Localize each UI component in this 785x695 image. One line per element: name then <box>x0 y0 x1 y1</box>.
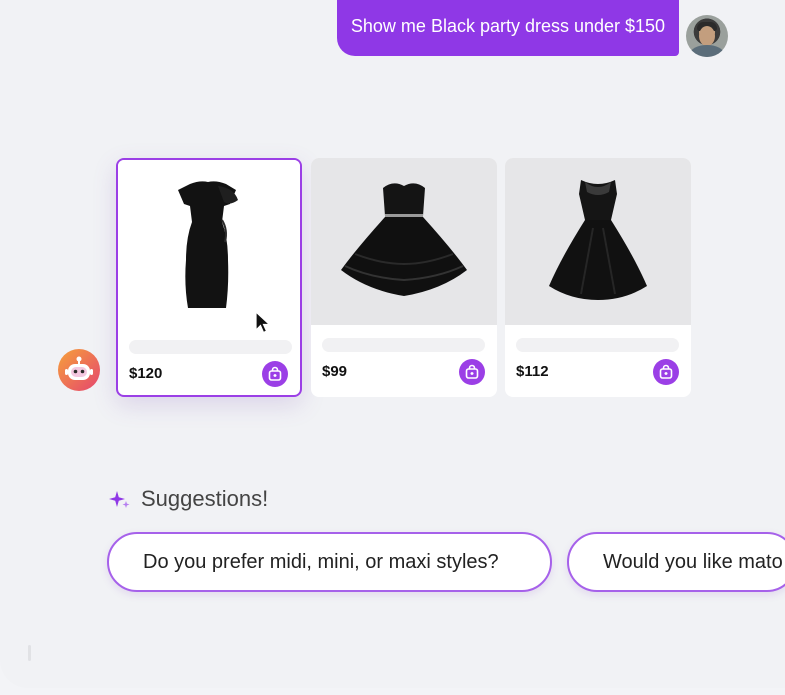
product-title-placeholder <box>322 338 485 352</box>
cart-icon <box>465 364 479 379</box>
product-title-placeholder <box>129 340 292 354</box>
cart-icon <box>659 364 673 379</box>
user-avatar <box>686 15 728 57</box>
product-price: $112 <box>516 363 549 380</box>
product-card[interactable]: $99 <box>311 158 497 397</box>
suggestions-title: Suggestions! <box>141 486 269 511</box>
scroll-handle[interactable] <box>28 645 31 661</box>
product-title-placeholder <box>516 338 679 352</box>
suggestion-chip[interactable]: Would you like mato <box>567 532 785 592</box>
mouse-cursor-icon <box>255 311 272 334</box>
product-price: $120 <box>129 365 163 382</box>
product-card[interactable]: $120 <box>116 158 302 397</box>
robot-avatar-icon <box>58 349 100 391</box>
sparkle-icon <box>109 491 130 508</box>
suggestion-chip[interactable]: Do you prefer midi, mini, or maxi styles… <box>107 532 552 592</box>
add-to-cart-button[interactable] <box>459 359 485 385</box>
add-to-cart-button[interactable] <box>262 361 288 387</box>
product-card[interactable]: $112 <box>505 158 691 397</box>
product-image-sheath-dress <box>118 160 300 325</box>
product-price: $99 <box>322 363 348 380</box>
product-image-tutu-dress <box>311 158 497 325</box>
product-image-skater-dress <box>505 158 691 325</box>
add-to-cart-button[interactable] <box>653 359 679 385</box>
cart-icon <box>268 366 282 381</box>
user-message-bubble: Show me Black party dress under $150 <box>337 0 679 56</box>
